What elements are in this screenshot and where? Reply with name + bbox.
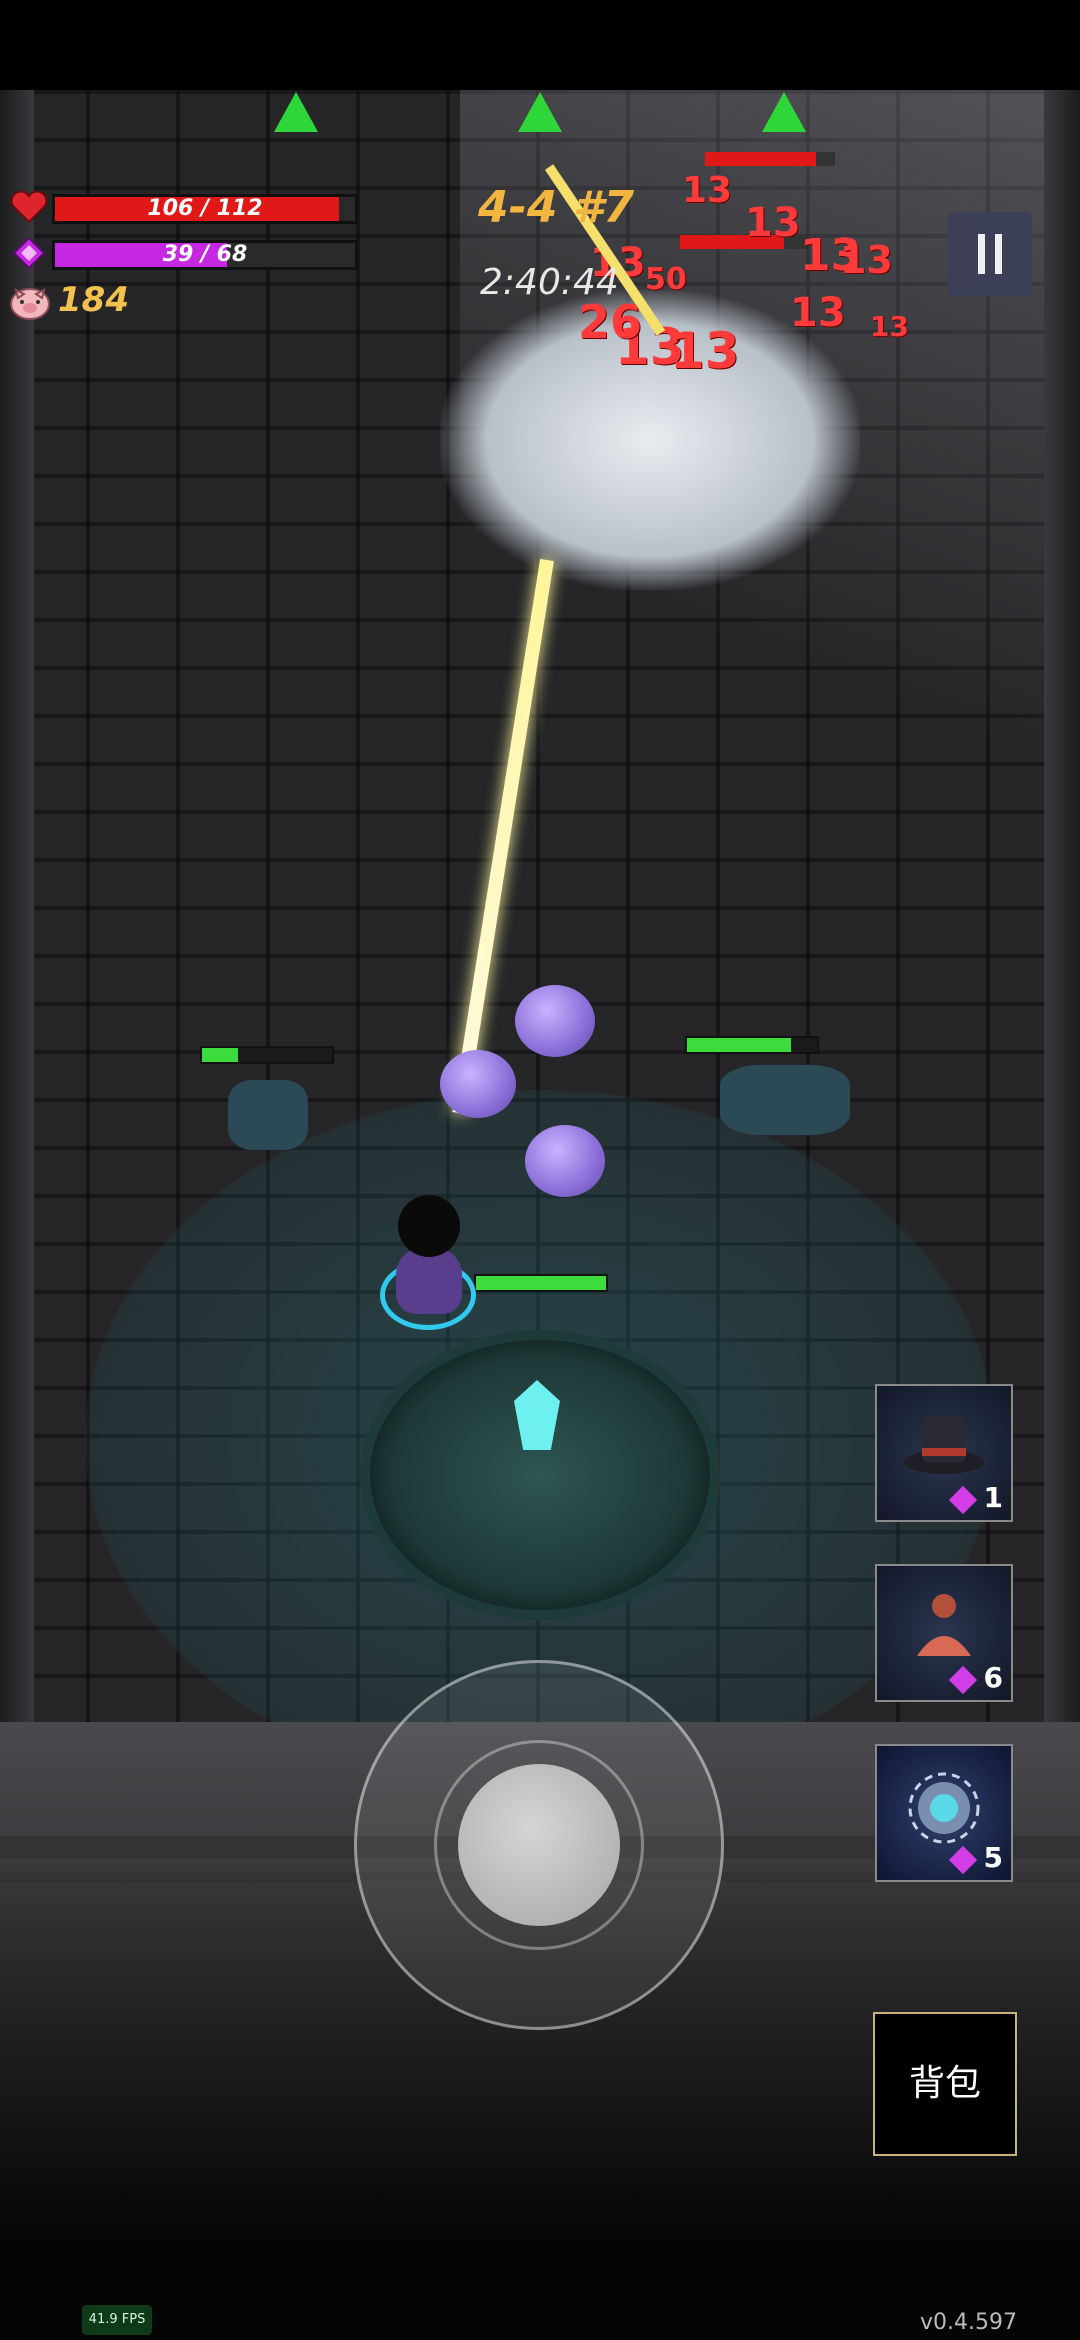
damage-number: 13 — [790, 290, 846, 336]
hero-body — [396, 1248, 462, 1314]
damage-number: 13 — [682, 170, 733, 211]
top-hat-icon — [904, 1416, 984, 1474]
mana-bar: 39 / 68 — [52, 240, 358, 270]
version-label: v0.4.597 — [920, 2310, 1017, 2335]
top-status-area — [0, 0, 1080, 90]
crystal-altar — [360, 1330, 720, 1620]
left-rock-wall — [0, 90, 34, 1722]
mana-gem-icon — [12, 236, 46, 270]
enemy-indicator-arrow — [274, 92, 318, 132]
damage-number: 26 — [578, 295, 643, 349]
fps-counter: 41.9 FPS — [82, 2305, 152, 2335]
altar-health-bar — [474, 1274, 608, 1292]
slime-ally — [525, 1125, 605, 1197]
enemy-health-bar — [705, 152, 835, 166]
stage-label: 4-4 #7 — [478, 182, 635, 233]
skill-cost: 5 — [983, 1841, 1003, 1874]
slime-ally — [515, 985, 595, 1057]
cloak-bust-icon — [917, 1594, 971, 1656]
bag-button[interactable]: 背包 — [873, 2012, 1017, 2156]
pig-coin-icon — [8, 282, 52, 322]
damage-number: 50 — [645, 262, 687, 297]
pause-button[interactable] — [948, 212, 1032, 296]
health-bar: 106 / 112 — [52, 194, 358, 224]
spider-health-bar — [200, 1046, 334, 1064]
right-rock-wall — [1044, 90, 1080, 1722]
slime-ally — [440, 1050, 516, 1118]
damage-number: 13 — [745, 200, 801, 246]
skill-slot-orb[interactable]: 5 — [875, 1744, 1013, 1882]
skill-cost: 6 — [983, 1661, 1003, 1694]
heart-icon — [10, 190, 48, 224]
run-timer: 2:40:44 — [480, 262, 619, 303]
joystick-knob[interactable] — [458, 1764, 620, 1926]
damage-number: 13 — [670, 322, 740, 380]
mana-text: 39 / 68 — [162, 242, 248, 267]
spider-enemy — [228, 1080, 308, 1150]
damage-number: 13 — [840, 238, 893, 282]
health-text: 106 / 112 — [147, 196, 263, 221]
coin-count: 184 — [58, 280, 129, 320]
pause-icon — [978, 234, 1002, 274]
enemy-indicator-arrow — [762, 92, 806, 132]
skill-slot-cloak[interactable]: 6 — [875, 1564, 1013, 1702]
spider-health-bar — [685, 1036, 819, 1054]
skill-cost: 1 — [983, 1481, 1003, 1514]
enemy-indicator-arrow — [518, 92, 562, 132]
hero-avatar — [398, 1195, 460, 1257]
skill-slot-hat[interactable]: 1 — [875, 1384, 1013, 1522]
spider-enemy — [720, 1065, 850, 1135]
damage-number: 13 — [870, 310, 909, 343]
orb-icon — [908, 1772, 980, 1844]
